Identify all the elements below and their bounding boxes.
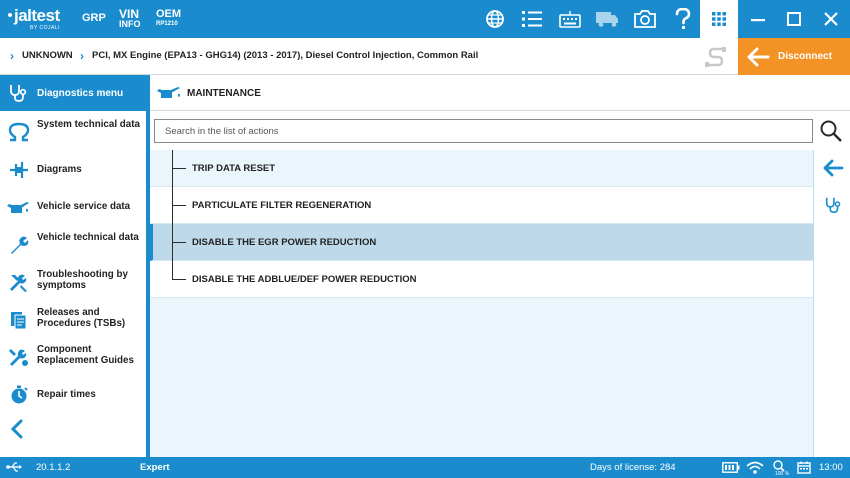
maximize-icon[interactable] bbox=[776, 0, 812, 38]
sidebar-item-label: Releases and Procedures (TSBs) bbox=[37, 307, 126, 329]
logo-text: jaltest bbox=[14, 6, 60, 25]
tree-line bbox=[172, 205, 186, 206]
page-title: MAINTENANCE bbox=[187, 88, 261, 99]
sidebar-item-releases-procedures[interactable]: Releases and Procedures (TSBs) bbox=[0, 301, 146, 338]
stethoscope-icon[interactable] bbox=[824, 196, 842, 214]
oem-button[interactable]: OEM bbox=[156, 9, 181, 20]
oil-can-icon bbox=[7, 202, 29, 213]
list-item-trip-data-reset[interactable]: TRIP DATA RESET bbox=[150, 150, 813, 187]
sidebar-item-component-replacement[interactable]: Component Replacement Guides bbox=[0, 338, 146, 375]
list-item-disable-adblue-def-power-reduction[interactable]: DISABLE THE ADBLUE/DEF POWER REDUCTION bbox=[150, 261, 813, 298]
list-item-label: DISABLE THE ADBLUE/DEF POWER REDUCTION bbox=[192, 274, 417, 285]
grp-button[interactable]: GRP bbox=[82, 13, 106, 24]
clock-time: 13:00 bbox=[819, 462, 843, 473]
status-bar: 20.1.1.2 Expert Days of license: 284 100… bbox=[0, 457, 850, 478]
search-input[interactable] bbox=[154, 119, 813, 143]
oil-can-icon bbox=[157, 87, 180, 98]
apps-grid-icon[interactable] bbox=[700, 0, 738, 38]
top-toolbar: jaltest BY COJALI GRP VIN INFO OEM RP121… bbox=[0, 0, 850, 38]
arrow-left-icon[interactable] bbox=[822, 158, 844, 178]
globe-icon[interactable] bbox=[477, 0, 513, 38]
mode-label: Expert bbox=[140, 462, 170, 473]
usb-icon bbox=[6, 462, 22, 472]
logo-dot bbox=[8, 13, 12, 17]
sidebar-item-vehicle-technical-data[interactable]: Vehicle technical data bbox=[0, 226, 146, 263]
tree-line bbox=[172, 261, 173, 280]
list-icon[interactable] bbox=[514, 0, 550, 38]
sidebar-item-label: Vehicle technical data bbox=[37, 232, 139, 243]
vin-info-label[interactable]: INFO bbox=[119, 20, 141, 29]
logo-subtext: BY COJALI bbox=[30, 25, 60, 31]
sidebar-item-troubleshooting[interactable]: Troubleshooting by symptoms bbox=[0, 263, 146, 300]
stopwatch-icon bbox=[11, 385, 28, 404]
oem-sub-label[interactable]: RP1210 bbox=[156, 21, 178, 27]
battery-icon bbox=[722, 462, 740, 473]
replacement-icon bbox=[9, 349, 28, 366]
sidebar-item-label: Component Replacement Guides bbox=[37, 344, 134, 366]
chevron-left-icon[interactable] bbox=[8, 417, 28, 441]
close-icon[interactable] bbox=[813, 0, 849, 38]
sidebar-item-vehicle-service-data[interactable]: Vehicle service data bbox=[0, 188, 146, 225]
version-label: 20.1.1.2 bbox=[36, 462, 71, 473]
wifi-icon bbox=[746, 461, 764, 474]
wrench-icon bbox=[11, 236, 29, 254]
diagram-icon bbox=[10, 162, 28, 178]
sidebar-item-label: Troubleshooting by symptoms bbox=[37, 269, 128, 291]
camera-icon[interactable] bbox=[627, 0, 663, 38]
help-icon[interactable] bbox=[665, 0, 701, 38]
chevron-right-icon: › bbox=[10, 49, 14, 63]
tree-line bbox=[172, 168, 186, 169]
connection-icon bbox=[705, 47, 726, 67]
sidebar-item-label: Vehicle service data bbox=[37, 201, 131, 212]
list-item-label: DISABLE THE EGR POWER REDUCTION bbox=[192, 237, 377, 248]
search-area bbox=[150, 111, 850, 150]
sidebar-item-label: Diagnostics menu bbox=[37, 88, 124, 99]
search-icon[interactable] bbox=[818, 118, 844, 144]
keyboard-icon[interactable] bbox=[552, 0, 588, 38]
main-panel: MAINTENANCE TRIP DATA RESET PARTICULATE … bbox=[150, 75, 850, 457]
breadcrumb-item-unknown[interactable]: UNKNOWN bbox=[22, 50, 73, 61]
list-item-disable-egr-power-reduction[interactable]: DISABLE THE EGR POWER REDUCTION bbox=[150, 224, 813, 261]
tree-line bbox=[172, 242, 186, 243]
list-item-label: TRIP DATA RESET bbox=[192, 163, 276, 174]
sidebar-item-diagnostics-menu[interactable]: Diagnostics menu bbox=[0, 75, 146, 111]
documents-icon bbox=[11, 312, 27, 330]
sidebar-item-repair-times[interactable]: Repair times bbox=[0, 376, 146, 413]
chevron-right-icon: › bbox=[80, 49, 84, 63]
calendar-icon[interactable] bbox=[797, 461, 811, 474]
sidebar-item-label: System technical data bbox=[37, 119, 140, 130]
right-rail bbox=[813, 150, 850, 457]
sidebar-item-diagrams[interactable]: Diagrams bbox=[0, 151, 146, 188]
truck-icon[interactable] bbox=[589, 0, 625, 38]
ohm-icon bbox=[8, 122, 30, 142]
section-header: MAINTENANCE bbox=[150, 75, 850, 111]
jaltest-logo: jaltest BY COJALI bbox=[8, 6, 72, 32]
tree-line bbox=[172, 279, 186, 280]
breadcrumb-item-vehicle[interactable]: PCI, MX Engine (EPA13 - GHG14) (2013 - 2… bbox=[92, 50, 478, 61]
stethoscope-icon bbox=[10, 85, 27, 102]
tools-icon bbox=[10, 274, 27, 292]
disconnect-button[interactable]: Disconnect bbox=[738, 38, 850, 75]
license-days: Days of license: 284 bbox=[590, 462, 676, 473]
sidebar: Diagnostics menu System technical data D… bbox=[0, 75, 146, 457]
sidebar-item-system-technical-data[interactable]: System technical data bbox=[0, 113, 146, 150]
disconnect-label: Disconnect bbox=[778, 51, 832, 62]
sidebar-item-label: Repair times bbox=[37, 389, 96, 400]
sidebar-item-label: Diagrams bbox=[37, 164, 82, 175]
breadcrumb: › UNKNOWN › PCI, MX Engine (EPA13 - GHG1… bbox=[0, 38, 850, 75]
arrow-left-icon bbox=[747, 47, 770, 67]
list-item-particulate-filter-regeneration[interactable]: PARTICULATE FILTER REGENERATION bbox=[150, 187, 813, 224]
minimize-icon[interactable] bbox=[740, 0, 776, 38]
list-item-label: PARTICULATE FILTER REGENERATION bbox=[192, 200, 372, 211]
zoom-level: 100 % bbox=[775, 471, 790, 477]
